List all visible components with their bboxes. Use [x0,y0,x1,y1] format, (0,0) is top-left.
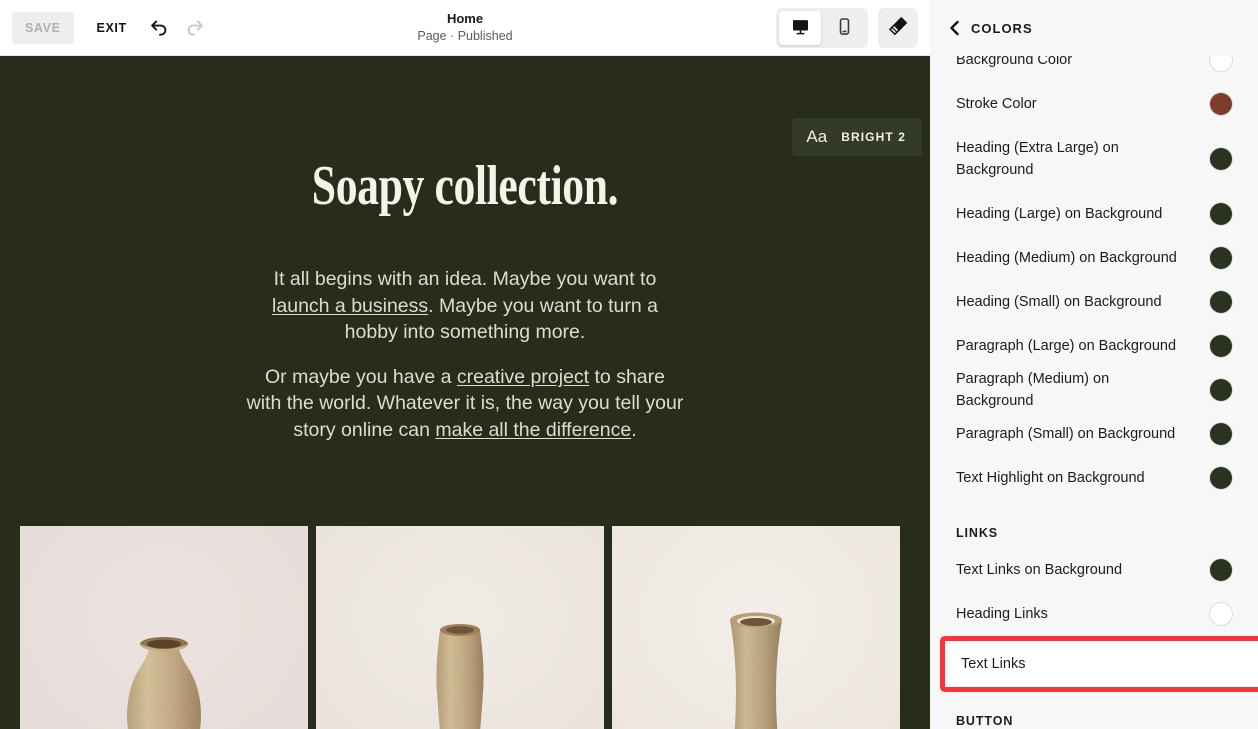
site-paragraph-2[interactable]: Or maybe you have a creative project to … [245,364,685,444]
redo-button[interactable] [178,11,212,45]
color-row-label: Heading Links [956,603,1048,625]
panel-scroll-container[interactable]: Background Color Stroke Color Heading (E… [930,56,1258,729]
panel-rows: Background Color Stroke Color Heading (E… [930,56,1258,728]
device-toggle-group [776,8,868,48]
color-row-label: Heading (Large) on Background [956,203,1162,225]
exit-button[interactable]: EXIT [84,12,140,44]
color-row-label: Heading (Medium) on Background [956,247,1177,269]
color-row-heading-extra-large[interactable]: Heading (Extra Large) on Background [930,126,1258,192]
color-row-text-highlight[interactable]: Text Highlight on Background [930,456,1258,500]
image-gallery [20,526,910,729]
color-row-text-links[interactable]: Text Links [940,636,1258,692]
site-body-text: It all begins with an idea. Maybe you wa… [245,266,685,443]
device-mobile-button[interactable] [823,11,865,45]
mobile-phone-icon [835,17,854,39]
theme-badge[interactable]: Aa BRIGHT 2 [792,118,922,156]
typography-aa-icon: Aa [806,127,827,147]
color-swatch[interactable] [1210,203,1232,225]
page-status: Page · Published [417,28,512,44]
color-swatch[interactable] [1210,291,1232,313]
undo-button[interactable] [142,11,176,45]
color-swatch[interactable] [1210,335,1232,357]
color-row-label: Paragraph (Medium) on Background [956,368,1184,412]
design-brush-button[interactable] [878,8,918,48]
editor-area: SAVE EXIT [0,0,930,729]
color-row-background-color[interactable]: Background Color [930,56,1258,82]
color-row-heading-medium[interactable]: Heading (Medium) on Background [930,236,1258,280]
editor-toolbar: SAVE EXIT [0,0,930,56]
desktop-monitor-icon [791,17,810,39]
ceramic-vase-image-1[interactable] [20,526,308,729]
page-title: Home [447,11,483,27]
color-row-heading-small[interactable]: Heading (Small) on Background [930,280,1258,324]
panel-header: COLORS [930,0,1258,56]
text-link-creative-project[interactable]: creative project [457,366,589,388]
color-row-stroke-color[interactable]: Stroke Color [930,82,1258,126]
toolbar-right-group [776,8,930,48]
section-heading-links: LINKS [930,526,1258,540]
color-row-label: Paragraph (Large) on Background [956,335,1176,357]
color-swatch[interactable] [1210,603,1232,625]
redo-arrow-icon [184,15,206,40]
color-row-paragraph-small[interactable]: Paragraph (Small) on Background [930,412,1258,456]
site-preview-canvas[interactable]: Aa BRIGHT 2 Soapy collection. It all beg… [0,56,930,729]
color-swatch[interactable] [1210,423,1232,445]
text-run: Or maybe you have a [265,366,457,388]
color-swatch[interactable] [1210,467,1232,489]
color-row-label: Paragraph (Small) on Background [956,423,1175,445]
panel-title: COLORS [971,21,1033,36]
color-row-heading-large[interactable]: Heading (Large) on Background [930,192,1258,236]
color-row-label: Background Color [956,56,1072,71]
save-button[interactable]: SAVE [12,12,74,44]
theme-name-label: BRIGHT 2 [841,130,906,144]
text-link-launch-a-business[interactable]: launch a business [272,295,428,317]
color-swatch[interactable] [1210,559,1232,581]
color-row-label: Text Highlight on Background [956,467,1145,489]
color-swatch[interactable] [1210,379,1232,401]
color-swatch[interactable] [1210,148,1232,170]
text-run: . [631,419,636,441]
color-row-paragraph-large[interactable]: Paragraph (Large) on Background [930,324,1258,368]
text-link-make-all-the-difference[interactable]: make all the difference [435,419,631,441]
color-row-label: Heading (Extra Large) on Background [956,137,1184,181]
site-heading[interactable]: Soapy collection. [102,158,827,214]
ceramic-vase-image-3[interactable] [612,526,900,729]
undo-arrow-icon [148,15,170,40]
device-desktop-button[interactable] [779,11,821,45]
color-swatch[interactable] [1210,247,1232,269]
text-run: It all begins with an idea. Maybe you wa… [274,268,657,290]
color-swatch[interactable] [1210,93,1232,115]
color-row-paragraph-medium[interactable]: Paragraph (Medium) on Background [930,368,1258,412]
color-row-label: Stroke Color [956,93,1037,115]
toolbar-left-group: SAVE EXIT [0,11,212,45]
color-row-label: Text Links [961,653,1025,675]
color-row-heading-links[interactable]: Heading Links [930,592,1258,636]
paintbrush-icon [887,15,909,40]
color-row-text-links-on-background[interactable]: Text Links on Background [930,548,1258,592]
section-heading-button: BUTTON [930,714,1258,728]
ceramic-vase-image-2[interactable] [316,526,604,729]
site-paragraph-1[interactable]: It all begins with an idea. Maybe you wa… [245,266,685,346]
color-swatch[interactable] [1210,56,1232,71]
color-row-label: Text Links on Background [956,559,1122,581]
chevron-left-icon[interactable] [948,20,961,36]
colors-panel: COLORS Background Color Stroke Color Hea… [930,0,1258,729]
color-row-label: Heading (Small) on Background [956,291,1162,313]
app-root: SAVE EXIT [0,0,1258,729]
